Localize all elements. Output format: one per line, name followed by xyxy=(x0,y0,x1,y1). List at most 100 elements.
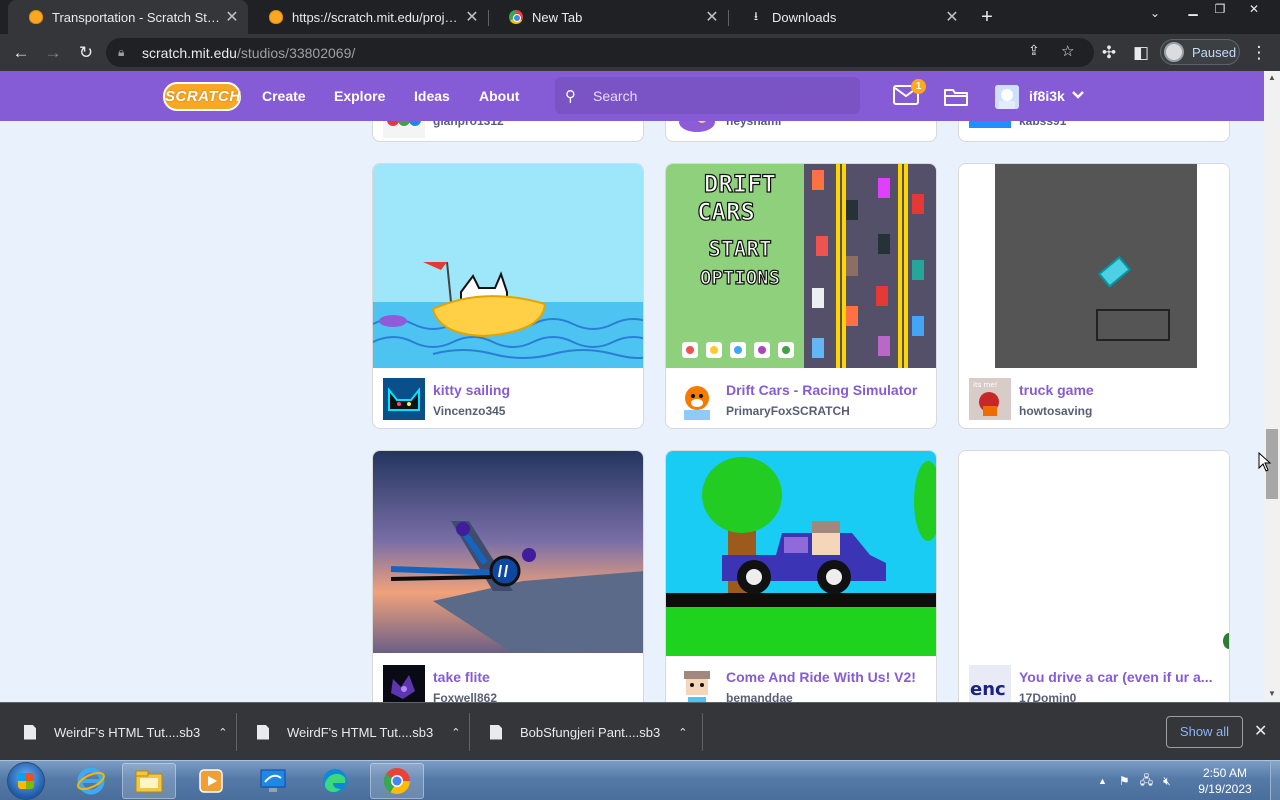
tray-overflow-chevron-icon[interactable]: ▲ xyxy=(1098,776,1107,786)
show-all-downloads-button[interactable]: Show all xyxy=(1166,716,1243,748)
project-thumbnail[interactable] xyxy=(959,451,1230,653)
extensions-puzzle-icon[interactable]: ✣ xyxy=(1096,40,1122,66)
tab-transportation-studio[interactable]: Transportation - Scratch Studio ✕ xyxy=(8,0,248,34)
chevron-up-icon[interactable]: ⌃ xyxy=(218,726,227,739)
restore-window-icon[interactable]: ❐ xyxy=(1207,2,1233,20)
taskbar-clock[interactable]: 2:50 AM 9/19/2023 xyxy=(1190,765,1260,797)
project-title[interactable]: truck game xyxy=(1019,382,1219,398)
chrome-browser-icon[interactable] xyxy=(370,763,424,799)
scratch-logo[interactable]: SCRATCH xyxy=(163,82,241,111)
project-owner[interactable]: Vincenzo345 xyxy=(433,404,505,418)
project-title[interactable]: Come And Ride With Us! V2! xyxy=(726,669,926,685)
reload-icon[interactable]: ↻ xyxy=(73,40,99,66)
minimize-window-icon[interactable]: ▁ xyxy=(1180,2,1206,20)
project-thumbnail[interactable]: DRIFT CARS START OPTIONS xyxy=(666,164,937,368)
project-title[interactable]: kitty sailing xyxy=(433,382,633,398)
close-download-shelf-icon[interactable]: ✕ xyxy=(1254,721,1267,741)
owner-avatar[interactable] xyxy=(676,665,718,702)
project-thumbnail[interactable] xyxy=(959,164,1230,368)
side-panel-icon[interactable]: ◧ xyxy=(1128,40,1154,66)
chevron-up-icon[interactable]: ⌃ xyxy=(678,726,687,739)
download-separator xyxy=(469,713,470,751)
project-owner[interactable]: PrimaryFoxSCRATCH xyxy=(726,404,850,418)
nav-search-box[interactable]: ⚲ xyxy=(555,77,860,114)
share-icon[interactable]: ⇪ xyxy=(1028,42,1040,59)
project-card[interactable]: DRIFT CARS START OPTIONS Drift Cars - Ra… xyxy=(665,163,937,429)
forward-arrow-icon[interactable]: → xyxy=(40,40,66,66)
media-player-icon[interactable] xyxy=(184,763,238,799)
download-shelf: WeirdF's HTML Tut....sb3 ⌃ WeirdF's HTML… xyxy=(0,702,1280,760)
chrome-menu-icon[interactable]: ⋮ xyxy=(1246,40,1272,66)
my-stuff-folder-icon[interactable] xyxy=(943,85,969,107)
owner-avatar[interactable]: enc xyxy=(969,665,1011,702)
download-item[interactable]: BobSfungjeri Pant....sb3 ⌃ xyxy=(490,703,687,761)
bookmark-star-icon[interactable]: ☆ xyxy=(1061,42,1074,60)
chrome-favicon-icon xyxy=(508,9,524,25)
download-item[interactable]: WeirdF's HTML Tut....sb3 ⌃ xyxy=(24,703,227,761)
scratch-favicon-icon xyxy=(28,9,44,25)
project-card[interactable]: kitty sailing Vincenzo345 xyxy=(372,163,644,429)
remote-desktop-icon[interactable] xyxy=(246,763,300,799)
file-icon xyxy=(24,724,36,740)
nav-create-link[interactable]: Create xyxy=(262,71,306,121)
volume-muted-icon[interactable]: 🔇︎ xyxy=(1163,774,1171,789)
user-avatar[interactable] xyxy=(995,85,1019,109)
windows-start-button[interactable] xyxy=(7,762,45,800)
project-thumbnail[interactable] xyxy=(666,451,937,656)
owner-avatar[interactable] xyxy=(676,378,718,420)
project-thumbnail[interactable] xyxy=(373,451,644,653)
scratch-favicon-icon xyxy=(268,9,284,25)
scroll-down-arrow-icon[interactable]: ▼ xyxy=(1268,689,1276,698)
network-icon[interactable]: 🖧︎ xyxy=(1140,771,1153,792)
scroll-up-arrow-icon[interactable]: ▲ xyxy=(1268,73,1276,82)
download-filename: BobSfungjeri Pant....sb3 xyxy=(520,724,661,740)
project-owner[interactable]: Foxwell862 xyxy=(433,691,497,702)
owner-avatar[interactable]: its me! xyxy=(969,378,1011,420)
project-card[interactable]: Come And Ride With Us! V2! bemanddae xyxy=(665,450,937,702)
owner-avatar[interactable] xyxy=(383,378,425,420)
project-card[interactable]: its me! truck game howtosaving xyxy=(958,163,1230,429)
address-bar[interactable]: 🔒︎ scratch.mit.edu/studios/33802069/ ⇪ ☆ xyxy=(106,38,1094,67)
owner-avatar[interactable] xyxy=(383,665,425,702)
project-title[interactable]: take flite xyxy=(433,669,633,685)
internet-explorer-icon[interactable] xyxy=(64,763,118,799)
project-owner[interactable]: bemanddae xyxy=(726,691,793,702)
chevron-up-icon[interactable]: ⌃ xyxy=(451,726,460,739)
search-input[interactable] xyxy=(593,87,843,104)
project-thumbnail[interactable] xyxy=(373,164,644,368)
new-tab-button[interactable]: + xyxy=(976,5,998,29)
chevron-down-icon[interactable] xyxy=(1071,87,1085,101)
file-explorer-icon[interactable] xyxy=(122,763,176,799)
profile-avatar xyxy=(1164,42,1184,62)
action-center-flag-icon[interactable]: ⚑ xyxy=(1119,774,1130,788)
drift-title-line2: CARS xyxy=(697,198,755,226)
tab-new-tab[interactable]: New Tab ✕ xyxy=(488,0,728,34)
back-arrow-icon[interactable]: ← xyxy=(8,40,34,66)
download-item[interactable]: WeirdF's HTML Tut....sb3 ⌃ xyxy=(257,703,460,761)
page-scrollbar[interactable] xyxy=(1264,71,1280,702)
nav-explore-link[interactable]: Explore xyxy=(334,71,385,121)
project-card[interactable]: take flite Foxwell862 xyxy=(372,450,644,702)
nav-about-link[interactable]: About xyxy=(479,71,519,121)
project-title[interactable]: You drive a car (even if ur a... xyxy=(1019,669,1219,685)
nav-ideas-link[interactable]: Ideas xyxy=(414,71,450,121)
close-tab-icon[interactable]: ✕ xyxy=(220,7,244,27)
project-owner[interactable]: 17Domin0 xyxy=(1019,691,1076,702)
username-label[interactable]: if8i3k xyxy=(1029,71,1065,121)
url-text[interactable]: scratch.mit.edu/studios/33802069/ xyxy=(142,45,355,61)
tab-downloads[interactable]: ⭳ Downloads ✕ xyxy=(728,0,968,34)
tab-search-chevron-icon[interactable]: ⌄ xyxy=(1150,6,1160,20)
close-tab-icon[interactable]: ✕ xyxy=(700,7,724,27)
close-tab-icon[interactable]: ✕ xyxy=(940,7,964,27)
close-window-icon[interactable]: ✕ xyxy=(1241,2,1267,20)
project-title[interactable]: Drift Cars - Racing Simulator xyxy=(726,382,926,398)
edge-browser-icon[interactable] xyxy=(308,763,362,799)
close-tab-icon[interactable]: ✕ xyxy=(460,7,484,27)
project-card[interactable]: enc You drive a car (even if ur a... 17D… xyxy=(958,450,1230,702)
show-desktop-button[interactable] xyxy=(1270,761,1280,800)
tab-scratch-project[interactable]: https://scratch.mit.edu/projects/t ✕ xyxy=(248,0,488,34)
tab-title: New Tab xyxy=(532,9,583,25)
profile-paused-button[interactable]: Paused xyxy=(1160,39,1240,65)
project-owner[interactable]: howtosaving xyxy=(1019,404,1092,418)
browser-tab-strip: Transportation - Scratch Studio ✕ https:… xyxy=(0,0,1280,34)
